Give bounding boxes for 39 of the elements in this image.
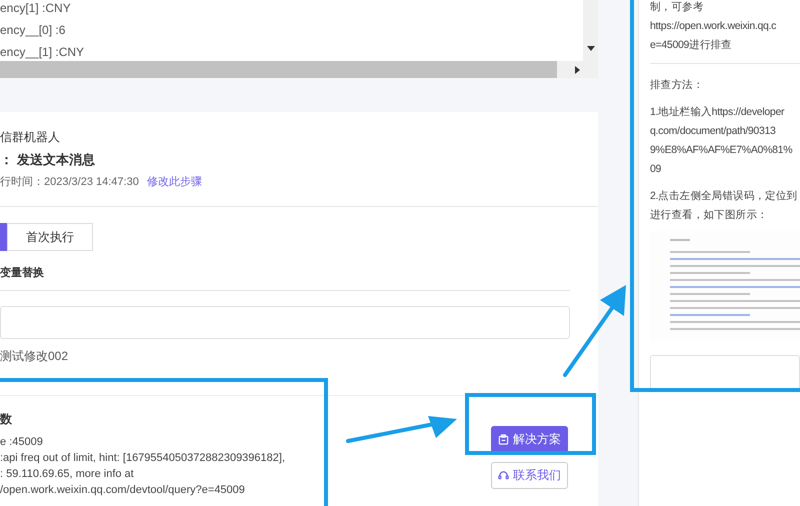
- solution-text: 1.地址栏输入https://developer: [650, 105, 784, 120]
- run-time: 行时间：2023/3/23 14:47:30: [0, 174, 139, 190]
- error-line: /open.work.weixin.qq.com/devtool/query?e=45009: [0, 482, 245, 498]
- solution-text: q.com/document/path/90313: [650, 124, 776, 139]
- error-line: : 59.110.69.65, more info at: [0, 466, 134, 482]
- error-title: 数: [0, 410, 12, 428]
- solution-text: 2.点击左侧全局错误码，定位到: [650, 189, 798, 204]
- code-line: ency__[1] :CNY: [0, 44, 84, 61]
- solution-text: e=45009进行排查: [650, 38, 732, 53]
- code-line: ency__[0] :6: [0, 22, 66, 39]
- right-arrow-icon: [575, 66, 580, 74]
- error-line: e :45009: [0, 434, 43, 450]
- action-name: 发送文本消息: [17, 151, 95, 169]
- run-tab[interactable]: 首次执行: [7, 223, 93, 251]
- error-line: :api freq out of limit, hint: [1679554050372882309396182],: [0, 450, 286, 466]
- variable-value: 测试修改002: [0, 348, 68, 364]
- down-arrow-icon: [586, 46, 595, 51]
- method-title: 排查方法：: [650, 78, 704, 93]
- edit-step-link[interactable]: 修改此步骤: [146, 174, 202, 190]
- headset-icon: [498, 470, 510, 480]
- variable-input[interactable]: [0, 306, 570, 338]
- solution-button[interactable]: 解决方案: [491, 426, 568, 452]
- comment-box[interactable]: [650, 355, 800, 391]
- horizontal-scrollbar[interactable]: [0, 61, 598, 78]
- contact-button[interactable]: 联系我们: [491, 462, 568, 488]
- clipboard-icon: [498, 434, 510, 444]
- section-title: 变量替换: [0, 266, 44, 281]
- arrow-icon: [562, 284, 628, 378]
- solution-text: 制，可参考: [650, 0, 704, 15]
- code-line: ency[1] :CNY: [0, 0, 71, 17]
- app-name: 信群机器人: [0, 129, 60, 146]
- arrow-icon: [346, 416, 458, 444]
- solution-text: 9%E8%AF%AF%E7%A0%81%: [650, 143, 792, 158]
- run-tab[interactable]: [0, 223, 7, 251]
- vertical-scrollbar[interactable]: [583, 0, 598, 61]
- solution-text: 09: [650, 162, 662, 177]
- solution-text: 进行查看，如下图所示：: [650, 208, 768, 223]
- solution-text: https://open.work.weixin.qq.c: [650, 19, 776, 34]
- action-label: ：: [0, 151, 13, 169]
